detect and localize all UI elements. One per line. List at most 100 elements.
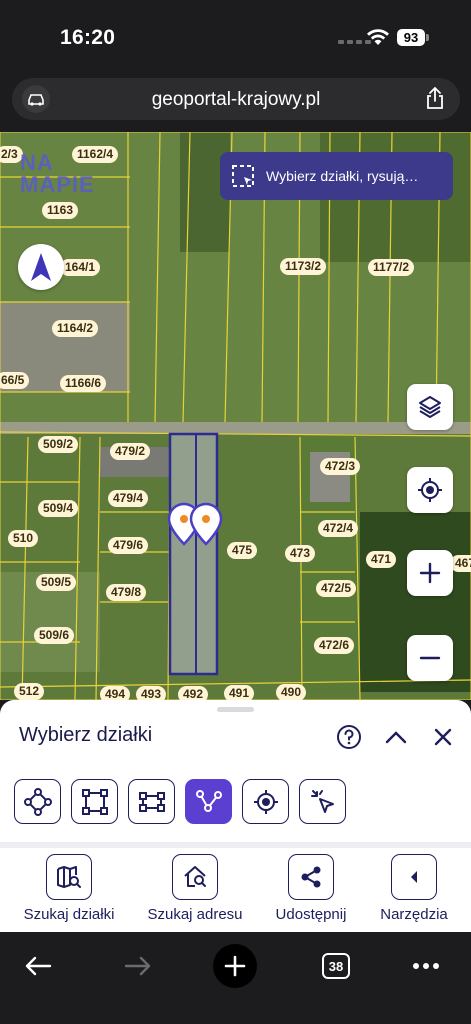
panel-grabber[interactable] xyxy=(217,707,254,712)
arrow-right-icon xyxy=(124,956,151,976)
parcel-label: 1173/2 xyxy=(280,258,327,275)
plus-icon xyxy=(224,955,246,977)
parcel-label: 1177/2 xyxy=(368,259,415,276)
parcel-label: 479/4 xyxy=(108,490,149,507)
arrow-left-icon xyxy=(25,956,52,976)
wifi-icon xyxy=(367,29,389,45)
crosshair-location-icon xyxy=(418,478,442,502)
tab-count: 38 xyxy=(322,953,350,979)
wide-rectangle-select-icon xyxy=(138,791,165,812)
compass-button[interactable] xyxy=(18,244,64,290)
line-select-icon xyxy=(195,789,222,812)
search-address-label: Szukaj adresu xyxy=(147,906,243,923)
share-icon xyxy=(301,866,321,888)
tabs-button[interactable]: 38 xyxy=(318,944,354,988)
parcel-label: 475 xyxy=(227,542,258,559)
select-parcels-panel: Wybierz działki Szukaj działki Szukaj ad… xyxy=(0,700,471,932)
parcel-label: 164/1 xyxy=(60,259,101,276)
tool-wide-rectangle-select[interactable] xyxy=(128,779,175,824)
parcel-label: 510 xyxy=(8,530,39,547)
map-search-icon xyxy=(57,866,81,888)
search-parcel-label: Szukaj działki xyxy=(23,906,115,923)
share-icon-box xyxy=(288,854,334,900)
parcel-label: 509/2 xyxy=(38,436,79,453)
status-bar: 16:20 93 xyxy=(0,0,471,70)
address-bar[interactable]: geoportal-krajowy.pl xyxy=(12,78,460,120)
bottom-actions: Szukaj działki Szukaj adresu Udostępnij … xyxy=(0,852,471,930)
tool-line-select[interactable] xyxy=(185,779,232,824)
search-parcel-button[interactable]: Szukaj działki xyxy=(19,854,119,923)
layers-button[interactable] xyxy=(407,384,453,430)
polygon-select-icon xyxy=(23,787,52,816)
parcel-label: 512 xyxy=(14,683,45,700)
parcel-label: 472/4 xyxy=(318,520,359,537)
status-time: 16:20 xyxy=(60,26,116,49)
back-button[interactable] xyxy=(18,944,58,988)
browser-toolbar: 38 xyxy=(0,932,471,1024)
battery-tip xyxy=(426,34,429,41)
parcel-label: 1166/6 xyxy=(60,375,107,392)
app-screen: 16:20 93 geoportal-krajowy.pl 2/3 1162/4… xyxy=(0,0,471,1024)
home-search-icon xyxy=(184,866,206,887)
share-label: Udostępnij xyxy=(275,906,347,923)
north-arrow-icon xyxy=(31,253,51,281)
zoom-out-button[interactable] xyxy=(407,635,453,681)
select-banner-text: Wybierz działki, rysują… xyxy=(266,168,419,184)
tool-rectangle-select[interactable] xyxy=(71,779,118,824)
plus-icon xyxy=(419,562,441,584)
parcel-label: 472/5 xyxy=(316,580,357,597)
search-address-button[interactable]: Szukaj adresu xyxy=(145,854,245,923)
search-address-icon-box xyxy=(172,854,218,900)
tools-label: Narzędzia xyxy=(380,906,448,923)
new-tab-circle xyxy=(213,944,257,988)
dashed-selection-icon xyxy=(232,165,254,187)
parcel-label: 472/3 xyxy=(320,458,361,475)
share-page-icon[interactable] xyxy=(424,86,446,110)
parcel-label: 479/6 xyxy=(108,537,149,554)
search-parcel-icon-box xyxy=(46,854,92,900)
point-select-icon xyxy=(253,789,278,814)
rectangle-select-icon xyxy=(81,788,108,815)
parcel-label: 493 xyxy=(136,686,167,700)
select-parcels-banner[interactable]: Wybierz działki, rysują… xyxy=(220,152,453,200)
parcel-label: 467 xyxy=(450,555,471,572)
click-select-icon xyxy=(310,789,334,813)
url-text: geoportal-krajowy.pl xyxy=(151,89,321,110)
new-tab-button[interactable] xyxy=(213,944,257,988)
parcel-label: 473 xyxy=(285,545,316,562)
parcel-label: 479/2 xyxy=(110,443,151,460)
tools-button[interactable]: Narzędzia xyxy=(364,854,464,923)
share-button[interactable]: Udostępnij xyxy=(261,854,361,923)
close-icon xyxy=(434,728,452,746)
my-location-button[interactable] xyxy=(407,467,453,513)
map-view[interactable]: 2/3 1162/4 1163 164/1 1173/2 1177/2 1164… xyxy=(0,132,471,700)
parcel-label: 491 xyxy=(224,685,255,700)
tool-polygon-select[interactable] xyxy=(14,779,61,824)
selection-tools xyxy=(14,779,346,824)
minus-icon xyxy=(419,656,441,660)
parcel-label: 509/4 xyxy=(38,500,79,517)
forward-button[interactable] xyxy=(118,944,158,988)
parcel-label: 1163 xyxy=(42,202,79,219)
parcel-label: 479/8 xyxy=(106,584,147,601)
parcel-label: 494 xyxy=(100,686,131,700)
tool-click-select[interactable] xyxy=(299,779,346,824)
close-panel-button[interactable] xyxy=(428,722,458,752)
tool-point-select[interactable] xyxy=(242,779,289,824)
more-dots-icon xyxy=(413,963,439,969)
parcel-label: 1164/2 xyxy=(52,320,99,337)
parcel-label: 509/6 xyxy=(34,627,75,644)
help-button[interactable] xyxy=(334,722,364,752)
zoom-in-button[interactable] xyxy=(407,550,453,596)
tools-icon-box xyxy=(391,854,437,900)
help-icon xyxy=(337,725,361,749)
parcel-label: 492 xyxy=(178,686,209,700)
more-menu-button[interactable] xyxy=(408,944,444,988)
logo-line-2: MAPIE xyxy=(20,172,95,197)
browser-address-area: geoportal-krajowy.pl xyxy=(0,70,471,132)
panel-divider xyxy=(0,842,471,848)
chevron-up-icon xyxy=(385,731,407,744)
collapse-button[interactable] xyxy=(381,722,411,752)
panel-title: Wybierz działki xyxy=(19,724,153,746)
app-logo: NA MAPIE xyxy=(20,150,95,198)
